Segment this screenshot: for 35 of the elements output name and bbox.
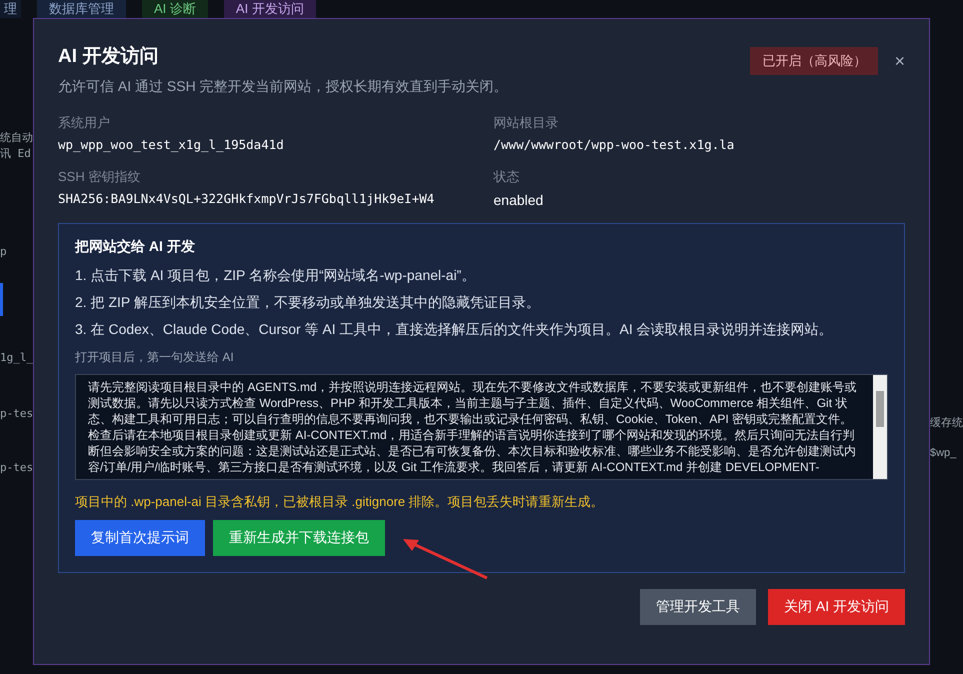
background-text: $wp_ [930, 446, 956, 461]
prompt-text: 请先完整阅读项目根目录中的 AGENTS.md，并按照说明连接远程网站。现在先不要修改文件或数据库，不要安装或更新组件，也不要创建账号或测试数据。请先以只读方式检查 WordPress、PHP 和开发工具版本，当前主题与子主题、插件、自定义代码、WooCommerce 相关组件、Git 状态、构建工具和可用日志；可以自行查明的信息不要再询问我，也不要输出或记录任何密码、私钥、Cookie、Token、API 密钥或完整配置文件。检查后请在本地项目根目录创建或更新 AI-CONTEXT.md，用适合新手理解的语言说明你连接到了哪个网站和发现的环境。然后只询问无法自行判断但会影响安全或方案的问题：这是测试站还是正式站、是否已有可恢复备份、本次目标和验收标准、哪些业务不能受影响、是否允许创建测试内容/订单/用户/临时账号、第三方接口是否有测试环境，以及 Git 工作流要求。我回答后，请更新 AI-CONTEXT.md 并创建 DEVELOPMENT- [87, 379, 858, 476]
field-value: /www/wwwroot/wpp-woo-test.x1g.la [494, 136, 736, 154]
footer-button[interactable]: 关闭 AI 开发访问 [768, 588, 905, 625]
background-tab[interactable]: 数据库管理 [37, 0, 126, 18]
section-title: 把网站交给 AI 开发 [75, 237, 196, 256]
active-indicator [0, 283, 3, 316]
background-tab[interactable]: AI 诊断 [142, 0, 208, 18]
background-text: 缓存统 [930, 416, 963, 431]
dialog-subtitle: 允许可信 AI 通过 SSH 完整开发当前网站，授权长期有效直到手动关闭。 [58, 76, 508, 96]
background-tab[interactable]: 理 [0, 0, 21, 18]
footer-button[interactable]: 管理开发工具 [640, 588, 756, 625]
dialog-title: AI 开发访问 [58, 44, 160, 69]
prompt-label: 打开项目后，第一句发送给 AI [75, 349, 235, 366]
field-value: wp_wpp_woo_test_x1g_l_195da41d [58, 136, 285, 154]
step-text: 3. 在 Codex、Claude Code、Cursor 等 AI 工具中，直接选择解压后的文件夹作为项目。AI 会读取根目录说明并连接网站。 [75, 320, 834, 340]
field-label: 状态 [494, 168, 520, 186]
background-text: p-tes [0, 460, 34, 476]
field-value: enabled [494, 191, 544, 210]
close-button[interactable]: × [894, 52, 905, 70]
warning-text: 项目中的 .wp-panel-ai 目录含私钥，已被根目录 .gitignore 排除。项目包丢失时请重新生成。 [75, 493, 605, 512]
background-text: p [0, 244, 7, 260]
field-label: 系统用户 [58, 114, 111, 132]
background-text: 讯 Ed [0, 146, 31, 162]
background-text: 统自动 [0, 130, 33, 146]
step-text: 2. 把 ZIP 解压到本机安全位置，不要移动或单独发送其中的隐藏凭证目录。 [75, 293, 541, 312]
background-text: 1g_l_ [0, 350, 34, 366]
field-label: 网站根目录 [494, 114, 560, 132]
field-value: SHA256:BA9LNx4VsQL+322GHkfxmpVrJs7FGbqll1jHk9eI+W4 [58, 190, 436, 208]
step-text: 1. 点击下载 AI 项目包，ZIP 名称会使用“网站域名-wp-panel-ai”。 [75, 266, 476, 286]
background-tab[interactable]: AI 开发访问 [224, 0, 316, 18]
field-label: SSH 密钥指纹 [58, 168, 142, 186]
action-button[interactable]: 复制首次提示词 [75, 520, 205, 556]
status-badge: 已开启（高风险） [750, 47, 878, 74]
background-text: p-tes [0, 406, 34, 422]
